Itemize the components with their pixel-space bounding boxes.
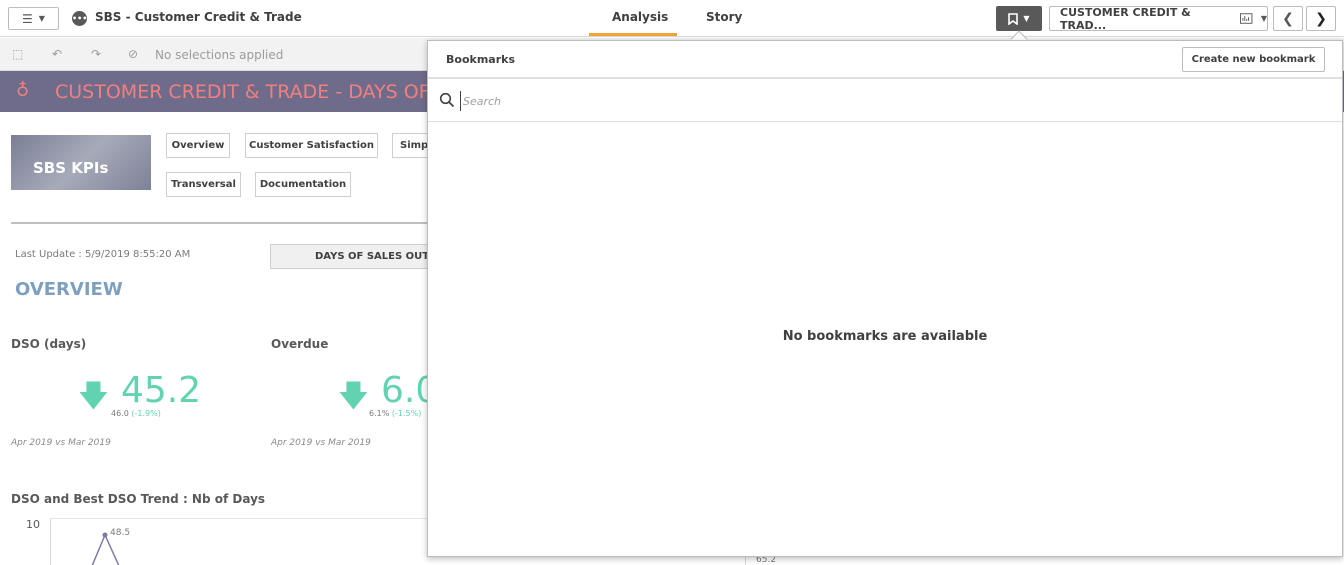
kpi-dso-prev: 46.0 <box>111 409 129 418</box>
chevron-down-icon: ▼ <box>38 14 45 23</box>
tab-analysis[interactable]: Analysis <box>612 10 668 24</box>
trend-chart <box>50 518 430 565</box>
bookmarks-panel: Bookmarks Create new bookmark No bookmar… <box>427 40 1343 557</box>
y-axis-tick: 10 <box>26 518 40 531</box>
divider <box>11 222 431 224</box>
kpi-overdue-label: Overdue <box>271 337 329 351</box>
sheet-icon <box>1240 13 1253 24</box>
data-point-label: 48.5 <box>110 528 131 538</box>
sheet-selector-label: CUSTOMER CREDIT & TRAD... <box>1060 5 1191 32</box>
sbs-kpis-logo: SBS KPIs <box>11 135 151 190</box>
kpi-overdue-period: Apr 2019 vs Mar 2019 <box>271 438 371 448</box>
kpi-dso-period: Apr 2019 vs Mar 2019 <box>11 438 111 448</box>
empty-bookmarks-message: No bookmarks are available <box>782 329 988 344</box>
arrow-down-icon: 🡇 <box>338 379 369 414</box>
kpi-dso-value: 45.2 <box>121 370 202 411</box>
section-title: OVERVIEW <box>15 279 123 300</box>
arrow-down-icon: 🡇 <box>78 379 109 414</box>
last-update-text: Last Update : 5/9/2019 8:55:20 AM <box>15 249 191 260</box>
active-tab-indicator <box>589 33 677 36</box>
kpi-overdue-change: (-1.5%) <box>391 409 422 418</box>
nav-button-transversal[interactable]: Transversal <box>166 172 241 197</box>
kpi-overdue-prev: 6.1% <box>369 409 390 418</box>
clear-selections-icon[interactable]: ⊘ <box>128 47 138 61</box>
kpi-dso-change: (-1.9%) <box>131 409 161 418</box>
bookmarks-title: Bookmarks <box>446 53 515 66</box>
data-point <box>102 532 108 538</box>
step-forward-icon[interactable]: ↷ <box>91 47 101 61</box>
dso-button[interactable]: DAYS OF SALES OUTSTANDING <box>270 244 430 269</box>
hamburger-icon: ☰ <box>22 11 33 26</box>
kpi-overdue-comparison: 6.1% (-1.5%) <box>369 409 421 418</box>
bookmarks-header: Bookmarks Create new bookmark <box>428 41 1342 78</box>
kpi-dso-comparison: 46.0 (-1.9%) <box>111 409 161 418</box>
bookmark-icon <box>1008 12 1019 25</box>
app-title: SBS - Customer Credit & Trade <box>95 10 302 24</box>
bookmarks-button[interactable]: ▼ <box>996 6 1042 31</box>
next-sheet-button[interactable]: ❯ <box>1306 6 1336 31</box>
sheet-selector[interactable]: CUSTOMER CREDIT & TRAD... ▼ <box>1049 5 1268 32</box>
chevron-right-icon: ❯ <box>1315 10 1327 27</box>
top-toolbar: ☰ ▼ ••• SBS - Customer Credit & Trade An… <box>0 0 1344 37</box>
navigation-menu-button[interactable]: ☰ ▼ <box>8 7 59 30</box>
nav-button-customer-satisfaction[interactable]: Customer Satisfaction <box>245 133 378 158</box>
search-icon <box>439 92 455 108</box>
create-bookmark-button[interactable]: Create new bookmark <box>1182 47 1325 72</box>
selection-status: No selections applied <box>155 48 284 62</box>
trend-line <box>91 532 120 565</box>
nav-button-documentation[interactable]: Documentation <box>255 172 351 197</box>
chevron-down-icon: ▼ <box>1023 14 1030 23</box>
chevron-down-icon: ▼ <box>1260 14 1267 23</box>
kpi-logo-text: SBS KPIs <box>33 159 109 177</box>
previous-sheet-button[interactable]: ❮ <box>1273 6 1303 31</box>
money-bag-icon: ♁ <box>16 80 30 101</box>
bookmarks-search-bar <box>428 78 1342 122</box>
trend-chart-title: DSO and Best DSO Trend : Nb of Days <box>11 492 266 506</box>
tab-story[interactable]: Story <box>706 10 742 24</box>
app-icon: ••• <box>72 11 87 26</box>
bookmarks-search-input[interactable] <box>460 91 960 111</box>
kpi-dso-label: DSO (days) <box>11 337 87 351</box>
chevron-left-icon: ❮ <box>1282 10 1294 27</box>
step-back-icon[interactable]: ↶ <box>52 47 62 61</box>
smart-search-icon[interactable]: ⬚ <box>12 47 23 61</box>
nav-button-overview[interactable]: Overview <box>166 133 230 158</box>
